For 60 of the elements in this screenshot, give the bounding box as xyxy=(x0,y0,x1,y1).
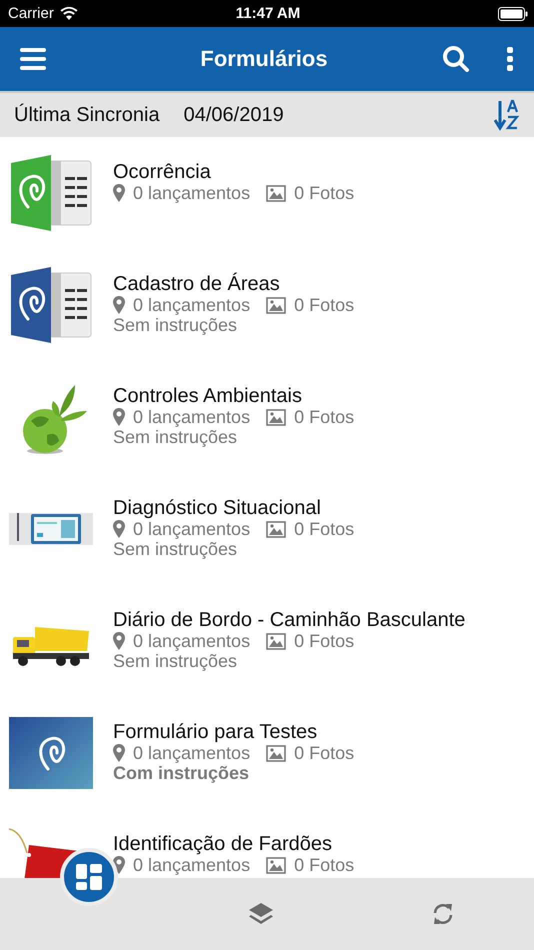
wifi-icon xyxy=(60,7,78,20)
image-icon xyxy=(266,632,286,650)
photos-count: 0 Fotos xyxy=(294,519,354,539)
entries-count: 0 lançamentos xyxy=(133,295,250,315)
menu-icon xyxy=(20,48,46,70)
image-icon xyxy=(266,520,286,538)
entries-count: 0 lançamentos xyxy=(133,631,250,651)
form-title: Formulário para Testes xyxy=(113,721,318,743)
photos-count: 0 Fotos xyxy=(294,407,354,427)
more-icon xyxy=(506,47,514,71)
clock-time: 11:47 AM xyxy=(234,5,302,22)
form-title: Identificação de Fardões xyxy=(113,833,334,855)
search-icon xyxy=(442,45,470,73)
form-title: Diário de Bordo - Caminhão Basculante xyxy=(113,609,466,631)
instructions-status: Sem instruções xyxy=(113,315,238,335)
image-icon xyxy=(266,744,286,762)
location-pin-icon xyxy=(113,744,125,762)
form-title: Ocorrência xyxy=(113,161,212,183)
image-icon xyxy=(266,856,286,874)
screen-title: Formulários xyxy=(199,46,329,72)
image-icon xyxy=(266,184,286,202)
photos-count: 0 Fotos xyxy=(294,295,354,315)
location-pin-icon xyxy=(113,296,125,314)
dashboard-icon xyxy=(76,864,102,890)
instructions-status: Sem instruções xyxy=(113,427,238,447)
form-list-item[interactable]: Formulário para Testes 0 lançamentos 0 Fotos Com instruções xyxy=(0,697,534,809)
layers-icon xyxy=(248,901,274,927)
photos-count: 0 Fotos xyxy=(294,855,354,875)
sync-label: Última Sincronia xyxy=(14,104,160,126)
sync-date: 04/06/2019 xyxy=(184,104,285,126)
location-pin-icon xyxy=(113,520,125,538)
photos-count: 0 Fotos xyxy=(294,631,354,651)
entries-count: 0 lançamentos xyxy=(133,407,250,427)
battery-icon xyxy=(498,6,528,20)
form-list-item[interactable]: Cadastro de Áreas 0 lançamentos 0 Fotos Sem instruções xyxy=(0,249,534,361)
form-list-item[interactable]: Controles Ambientais 0 lançamentos 0 Fotos Sem instruções xyxy=(0,361,534,473)
instructions-status: Sem instruções xyxy=(113,651,238,671)
image-icon xyxy=(266,408,286,426)
instructions-status: Com instruções xyxy=(113,763,250,783)
location-pin-icon xyxy=(113,408,125,426)
form-list-item[interactable]: Ocorrência 0 lançamentos 0 Fotos xyxy=(0,137,534,249)
entries-count: 0 lançamentos xyxy=(133,183,250,203)
entries-count: 0 lançamentos xyxy=(133,519,250,539)
instructions-status: Sem instruções xyxy=(113,539,238,559)
form-title: Cadastro de Áreas xyxy=(113,273,281,295)
form-title: Controles Ambientais xyxy=(113,385,303,407)
location-pin-icon xyxy=(113,632,125,650)
photos-count: 0 Fotos xyxy=(294,183,354,203)
form-list-item[interactable]: Diagnóstico Situacional 0 lançamentos 0 Fotos Sem instruções xyxy=(0,473,534,585)
image-icon xyxy=(266,296,286,314)
sync-icon xyxy=(431,901,455,927)
location-pin-icon xyxy=(113,184,125,202)
form-list-item[interactable]: Diário de Bordo - Caminhão Basculante 0 lançamentos 0 Fotos Sem instruções xyxy=(0,585,534,697)
entries-count: 0 lançamentos xyxy=(133,855,250,875)
entries-count: 0 lançamentos xyxy=(133,743,250,763)
form-title: Diagnóstico Situacional xyxy=(113,497,322,519)
sort-button[interactable] xyxy=(494,99,522,131)
carrier-name: Carrier xyxy=(8,5,54,22)
photos-count: 0 Fotos xyxy=(294,743,354,763)
sort-alpha-icon xyxy=(494,99,522,131)
